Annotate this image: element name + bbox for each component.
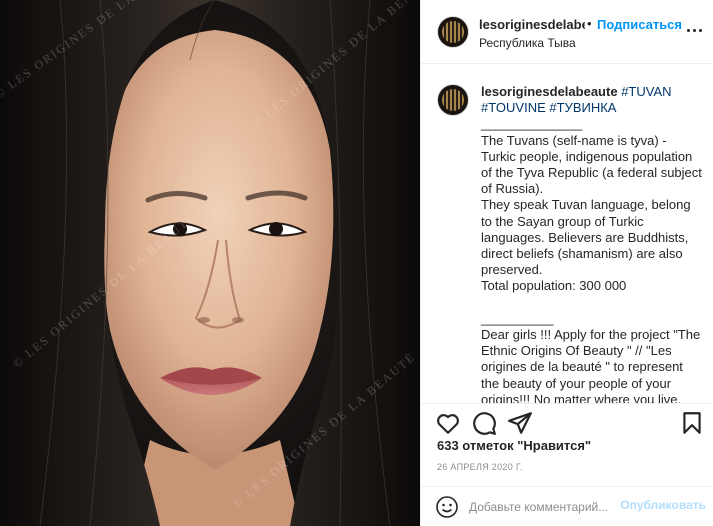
- action-bar: [421, 404, 713, 438]
- comment-input[interactable]: [469, 496, 619, 518]
- share-icon[interactable]: [507, 410, 533, 436]
- portrait-image: [0, 0, 420, 526]
- location-link[interactable]: Республика Тыва: [479, 36, 576, 50]
- post-date[interactable]: 26 АПРЕЛЯ 2020 Г.: [437, 462, 523, 472]
- post-caption: lesoriginesdelabeaute #TUVAN #TOUVINE #Т…: [481, 84, 703, 404]
- header-username-link[interactable]: lesoriginesdelabeaute: [479, 17, 585, 32]
- comments-section[interactable]: lesoriginesdelabeaute #TUVAN #TOUVINE #Т…: [421, 64, 713, 404]
- caption-avatar[interactable]: [437, 84, 469, 116]
- likes-count[interactable]: 633 отметок "Нравится": [437, 438, 591, 453]
- heart-icon[interactable]: [435, 410, 461, 436]
- comment-icon[interactable]: [471, 410, 497, 436]
- post-details-panel: lesoriginesdelabeaute • Подписаться Респ…: [420, 0, 713, 526]
- follow-button[interactable]: Подписаться: [597, 17, 682, 32]
- post-photo[interactable]: © Les Origines de la Beauté © Les Origin…: [0, 0, 420, 526]
- more-options-icon[interactable]: [684, 22, 704, 38]
- separator-dot: •: [587, 16, 592, 31]
- emoji-icon[interactable]: [435, 495, 459, 519]
- publish-button[interactable]: Опубликовать: [620, 498, 706, 512]
- post-header: lesoriginesdelabeaute • Подписаться Респ…: [421, 0, 713, 64]
- caption-username-link[interactable]: lesoriginesdelabeaute: [481, 84, 618, 99]
- caption-body: ______________ The Tuvans (self-name is …: [481, 116, 702, 404]
- avatar[interactable]: [437, 16, 469, 48]
- bookmark-icon[interactable]: [679, 410, 705, 436]
- add-comment-bar: Опубликовать: [421, 486, 713, 526]
